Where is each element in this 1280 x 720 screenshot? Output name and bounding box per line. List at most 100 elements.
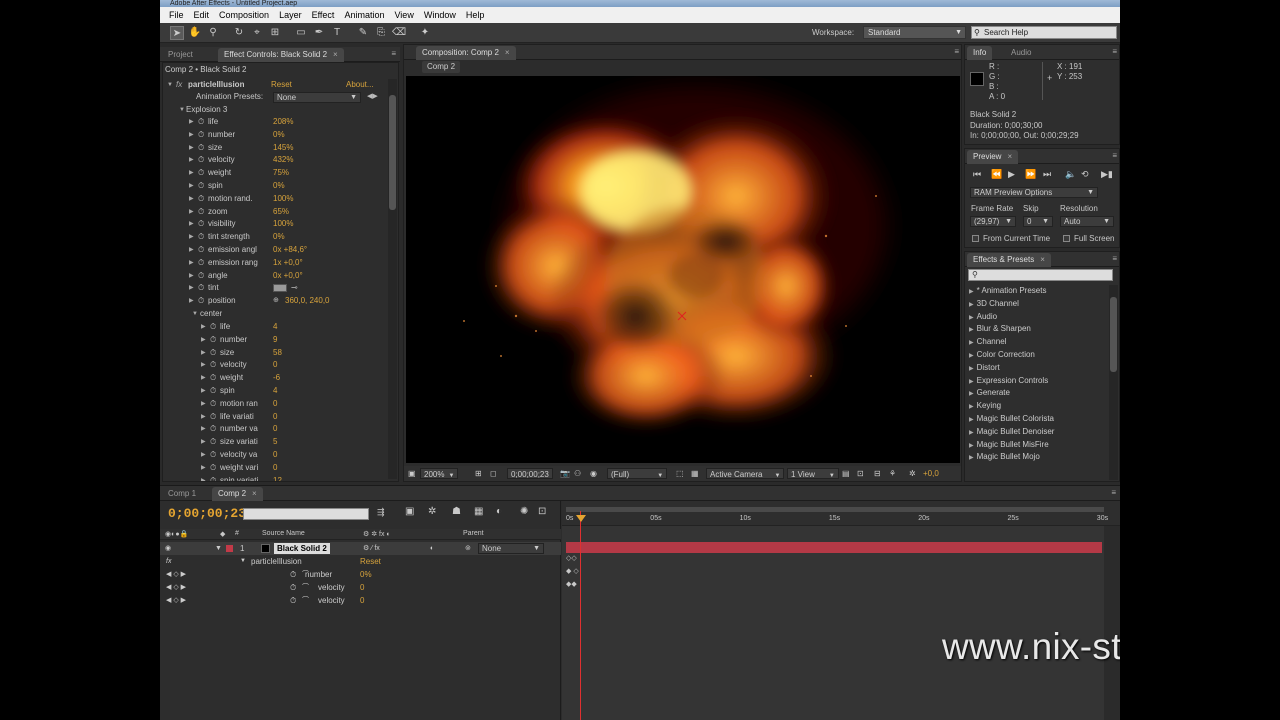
skip-select[interactable]: 0 ▼ (1023, 216, 1053, 227)
ram-preview-icon[interactable]: ▶▮ (1101, 169, 1113, 180)
composition-viewer[interactable] (406, 76, 960, 463)
tab-composition[interactable]: Composition: Comp 2 × (416, 46, 516, 60)
scrollbar[interactable] (388, 79, 397, 479)
parent-select[interactable]: None ▼ (478, 543, 544, 554)
stopwatch-icon[interactable]: ⏱ (210, 334, 216, 346)
menu-help[interactable]: Help (461, 10, 490, 20)
always-preview-icon[interactable]: ▣ (408, 468, 416, 479)
snapshot-icon[interactable]: 📷 (560, 468, 570, 479)
stopwatch-icon[interactable]: ⏱ (198, 244, 204, 256)
show-snapshot-icon[interactable]: ⚇ (574, 468, 581, 479)
tab-effects-presets[interactable]: Effects & Presets × (967, 253, 1051, 267)
rotate-tool-icon[interactable]: ↻ (232, 26, 246, 40)
stopwatch-icon[interactable]: ⏱ (198, 270, 204, 282)
stopwatch-icon[interactable]: ⏱ (198, 154, 204, 166)
param-value[interactable]: 100% (273, 218, 293, 230)
stopwatch-icon[interactable]: ⏱ (198, 282, 204, 294)
expand-triangle-icon[interactable]: ▶ (969, 404, 974, 410)
stopwatch-icon[interactable]: ⏱ (210, 462, 216, 474)
frame-blending-icon[interactable]: ▦ (474, 506, 483, 517)
param-value[interactable]: 0 (273, 449, 277, 461)
tab-audio[interactable]: Audio (1005, 46, 1037, 60)
eye-icon[interactable]: ◉ (165, 542, 171, 555)
label-color-swatch[interactable] (226, 545, 233, 552)
layer-duration-bar[interactable] (566, 542, 1102, 553)
keyframe-navigator-icon[interactable]: ◀ ◇ ▶ (166, 568, 186, 581)
effects-search-input[interactable]: ⚲ (968, 269, 1113, 281)
close-icon[interactable]: × (1007, 152, 1012, 161)
stopwatch-icon[interactable]: ⏱ (290, 568, 296, 581)
property-value[interactable]: 0% (360, 568, 372, 581)
expand-triangle-icon[interactable]: ▶ (201, 475, 206, 481)
next-frame-icon[interactable]: ⏩ (1025, 169, 1036, 180)
audio-icon[interactable]: 🔈 (1065, 169, 1076, 180)
layer-name[interactable]: Black Solid 2 (274, 543, 330, 554)
motion-blur-icon[interactable]: ◐ (496, 506, 502, 517)
expand-triangle-icon[interactable]: ▶ (969, 417, 974, 423)
menu-effect[interactable]: Effect (307, 10, 340, 20)
expand-triangle-icon[interactable]: ▶ (201, 372, 206, 384)
effects-category-item[interactable]: ▶ Channel (969, 336, 1006, 349)
param-value[interactable]: 65% (273, 206, 289, 218)
time-ruler[interactable]: 0s 05s 10s 15s 20s 25s 30s (562, 501, 1120, 526)
stopwatch-icon[interactable]: ⏱ (198, 206, 204, 218)
keyframe-navigator-icon[interactable]: ◀ ◇ ▶ (166, 581, 186, 594)
pick-whip-icon[interactable]: ⊚ (465, 542, 471, 555)
play-icon[interactable]: ▶ (1008, 169, 1015, 180)
first-frame-icon[interactable]: ⏮ (973, 169, 981, 180)
source-name-header[interactable]: Source Name (262, 530, 305, 537)
expand-triangle-icon[interactable]: ▶ (969, 353, 974, 359)
live-update-icon[interactable]: ▣ (405, 506, 414, 517)
effects-category-item[interactable]: ▶ Magic Bullet Mojo (969, 451, 1040, 464)
full-screen-checkbox[interactable] (1063, 235, 1070, 242)
preset-nav-arrows-icon[interactable]: ◀▶ (367, 91, 378, 103)
expand-triangle-icon[interactable]: ▶ (189, 218, 194, 230)
close-icon[interactable]: × (333, 50, 338, 59)
expand-triangle-icon[interactable]: ▶ (201, 398, 206, 410)
hand-tool-icon[interactable]: ✋ (188, 26, 202, 40)
stopwatch-icon[interactable]: ⏱ (198, 218, 204, 230)
panel-menu-icon[interactable]: ≡ (1112, 151, 1117, 160)
stopwatch-icon[interactable]: ⏱ (210, 411, 216, 423)
scrollbar[interactable] (1109, 285, 1118, 480)
effects-category-item[interactable]: ▶ Magic Bullet MisFire (969, 439, 1049, 452)
camera-view-select[interactable]: Active Camera ▼ (706, 468, 785, 479)
close-icon[interactable]: × (1040, 255, 1045, 264)
fx-icon[interactable]: fx (176, 79, 182, 91)
param-value[interactable]: 0 (273, 423, 277, 435)
expand-triangle-icon[interactable]: ▶ (189, 180, 194, 192)
stopwatch-icon[interactable]: ⏱ (198, 167, 204, 179)
reset-link[interactable]: Reset (271, 79, 292, 91)
stopwatch-icon[interactable]: ⏱ (210, 359, 216, 371)
param-value[interactable]: 58 (273, 347, 282, 359)
frame-rate-select[interactable]: (29,97) ▼ (970, 216, 1016, 227)
param-value[interactable]: 12 (273, 475, 282, 481)
param-value[interactable]: 75% (273, 167, 289, 179)
eyedropper-icon[interactable]: ⊸ (291, 282, 298, 294)
tab-project[interactable]: Project (162, 48, 199, 62)
expand-triangle-icon[interactable]: ▶ (201, 411, 206, 423)
expand-triangle-icon[interactable]: ▶ (969, 315, 974, 321)
tab-comp-1[interactable]: Comp 1 (162, 487, 202, 501)
collapse-triangle-icon[interactable]: ▼ (215, 542, 222, 555)
keyframe-icon[interactable]: ◆◆ (566, 580, 577, 588)
tab-effect-controls[interactable]: Effect Controls: Black Solid 2 × (218, 48, 344, 62)
expand-triangle-icon[interactable]: ▶ (189, 129, 194, 141)
menu-edit[interactable]: Edit (189, 10, 215, 20)
crosshair-icon[interactable]: ⊕ (273, 295, 279, 307)
playhead-marker-icon[interactable] (576, 515, 586, 522)
expand-triangle-icon[interactable]: ▶ (969, 366, 974, 372)
param-value[interactable]: 0x +84,6° (273, 244, 307, 256)
stopwatch-icon[interactable]: ⏱ (210, 436, 216, 448)
exposure-value[interactable]: +0,0 (923, 468, 939, 479)
expand-triangle-icon[interactable]: ▶ (189, 193, 194, 205)
param-value[interactable]: 0% (273, 231, 285, 243)
panel-menu-icon[interactable]: ≡ (1111, 488, 1116, 497)
text-tool-icon[interactable]: T (330, 26, 344, 40)
channels-icon[interactable]: ◉ (590, 468, 597, 479)
expand-triangle-icon[interactable]: ▶ (189, 295, 194, 307)
param-value[interactable]: 145% (273, 142, 293, 154)
flowchart-icon[interactable]: ⚘ (889, 468, 896, 479)
comp-inner-tab[interactable]: Comp 2 (422, 61, 461, 73)
panel-menu-icon[interactable]: ≡ (1112, 47, 1117, 56)
